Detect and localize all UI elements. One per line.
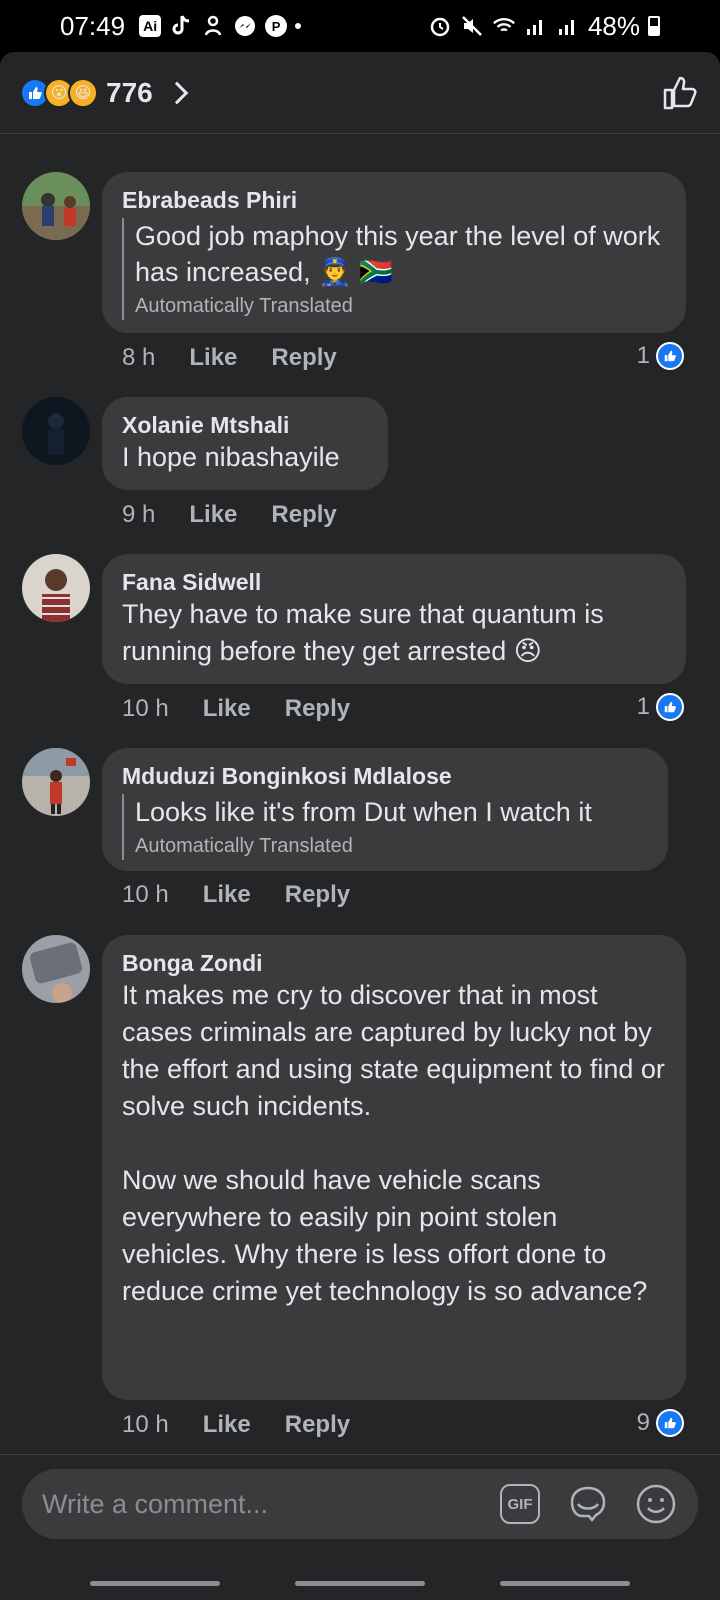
like-badge-icon [656, 342, 684, 370]
comment-actions: 9 h Like Reply [122, 501, 337, 529]
comment-actions: 10 h Like Reply [122, 695, 350, 723]
comment-author[interactable]: Mduduzi Bonginkosi Mdlalose [122, 762, 648, 790]
comment-author[interactable]: Bonga Zondi [122, 949, 666, 977]
reply-button[interactable]: Reply [285, 881, 350, 909]
like-button[interactable]: Like [189, 501, 237, 529]
avatar[interactable] [22, 748, 90, 816]
comment-text: It makes me cry to discover that in most… [122, 980, 665, 1306]
comment-bubble[interactable]: Fana Sidwell They have to make sure that… [102, 554, 686, 684]
composer-area: GIF [0, 1454, 720, 1600]
like-badge-icon [656, 693, 684, 721]
sticker-button[interactable] [566, 1482, 610, 1526]
comment-input[interactable] [42, 1488, 474, 1520]
comment-likes[interactable]: 1 [637, 693, 684, 721]
comment-actions: 10 h Like Reply [122, 1411, 350, 1439]
comment-author[interactable]: Xolanie Mtshali [122, 411, 368, 439]
like-count: 9 [636, 1409, 650, 1436]
comment-likes[interactable]: 1 [637, 342, 684, 370]
chevron-right-icon [165, 81, 189, 104]
like-button[interactable]: Like [203, 881, 251, 909]
comment-time: 10 h [122, 881, 169, 908]
like-count: 1 [636, 693, 650, 720]
comment-text: Good job maphoy this year the level of w… [135, 221, 668, 287]
gif-button[interactable]: GIF [498, 1482, 542, 1526]
emoji-icon [636, 1484, 676, 1524]
reply-button[interactable]: Reply [285, 1411, 350, 1439]
comment-time: 10 h [122, 1411, 169, 1438]
system-nav-bar [0, 1550, 720, 1600]
avatar[interactable] [22, 172, 90, 240]
comment-composer[interactable]: GIF [22, 1469, 698, 1539]
reactions-header: 😮 😆 776 [0, 52, 720, 134]
signal-icon [524, 14, 548, 38]
like-button[interactable]: Like [203, 1411, 251, 1439]
auto-translated-label[interactable]: Automatically Translated [135, 292, 666, 320]
comments-panel: 😮 😆 776 Ebrabeads Phiri Good job maphoy … [0, 52, 720, 1600]
screen: 07:49 Ai P 48% 😮 😆 776 Ebrabeads Phiri G… [0, 0, 720, 1600]
app-icon [201, 14, 225, 38]
ai-icon: Ai [139, 15, 162, 37]
tiktok-icon [169, 14, 193, 38]
translated-block: Looks like it's from Dut when I watch it… [122, 794, 648, 860]
sticker-icon [570, 1486, 606, 1523]
comment-time: 8 h [122, 344, 156, 371]
like-button[interactable]: Like [203, 695, 251, 723]
comment-text: They have to make sure that quantum is r… [122, 599, 612, 666]
avatar[interactable] [22, 397, 90, 465]
battery-icon [648, 16, 660, 36]
reply-button[interactable]: Reply [271, 344, 336, 372]
comment-time: 9 h [122, 501, 156, 528]
battery-percent: 48% [587, 10, 640, 41]
nav-recents-handle[interactable] [90, 1581, 220, 1586]
nav-home-handle[interactable] [295, 1581, 425, 1586]
emoji-button[interactable] [634, 1482, 678, 1526]
comment-bubble[interactable]: Ebrabeads Phiri Good job maphoy this yea… [102, 172, 686, 333]
comment-bubble[interactable]: Bonga Zondi It makes me cry to discover … [102, 935, 686, 1400]
gif-icon: GIF [500, 1484, 540, 1524]
avatar[interactable] [22, 935, 90, 1003]
like-badge-icon [656, 1409, 684, 1437]
comment-time: 10 h [122, 695, 169, 722]
comment-actions: 10 h Like Reply [122, 881, 350, 909]
comment-author[interactable]: Ebrabeads Phiri [122, 186, 666, 214]
haha-icon: 😆 [68, 77, 98, 108]
nav-back-handle[interactable] [500, 1581, 630, 1586]
like-count: 1 [636, 342, 650, 369]
status-bar: 07:49 Ai P 48% [0, 0, 720, 52]
messenger-icon [233, 14, 257, 38]
signal-icon-2 [556, 14, 580, 38]
avatar[interactable] [22, 554, 90, 622]
like-post-button[interactable] [660, 73, 700, 113]
comment-actions: 8 h Like Reply [122, 344, 337, 372]
comment-bubble[interactable]: Mduduzi Bonginkosi Mdlalose Looks like i… [102, 748, 668, 871]
comment-text: I hope nibashayile [122, 442, 340, 472]
pinterest-icon: P [265, 15, 288, 37]
mute-icon [460, 14, 484, 38]
like-button[interactable]: Like [189, 344, 237, 372]
comment-bubble[interactable]: Xolanie Mtshali I hope nibashayile [102, 397, 388, 490]
comment-text: Looks like it's from Dut when I watch it [135, 797, 592, 827]
wifi-icon [492, 14, 516, 38]
auto-translated-label[interactable]: Automatically Translated [135, 832, 648, 860]
translated-block: Good job maphoy this year the level of w… [122, 218, 666, 320]
reply-button[interactable]: Reply [285, 695, 350, 723]
comment-author[interactable]: Fana Sidwell [122, 568, 666, 596]
reply-button[interactable]: Reply [271, 501, 336, 529]
more-notifications-icon [295, 23, 302, 29]
comment-likes[interactable]: 9 [637, 1409, 684, 1437]
reaction-count: 776 [106, 76, 153, 108]
alarm-icon [428, 14, 452, 38]
reactions-summary[interactable]: 😮 😆 776 [20, 76, 189, 109]
status-time: 07:49 [60, 10, 126, 41]
